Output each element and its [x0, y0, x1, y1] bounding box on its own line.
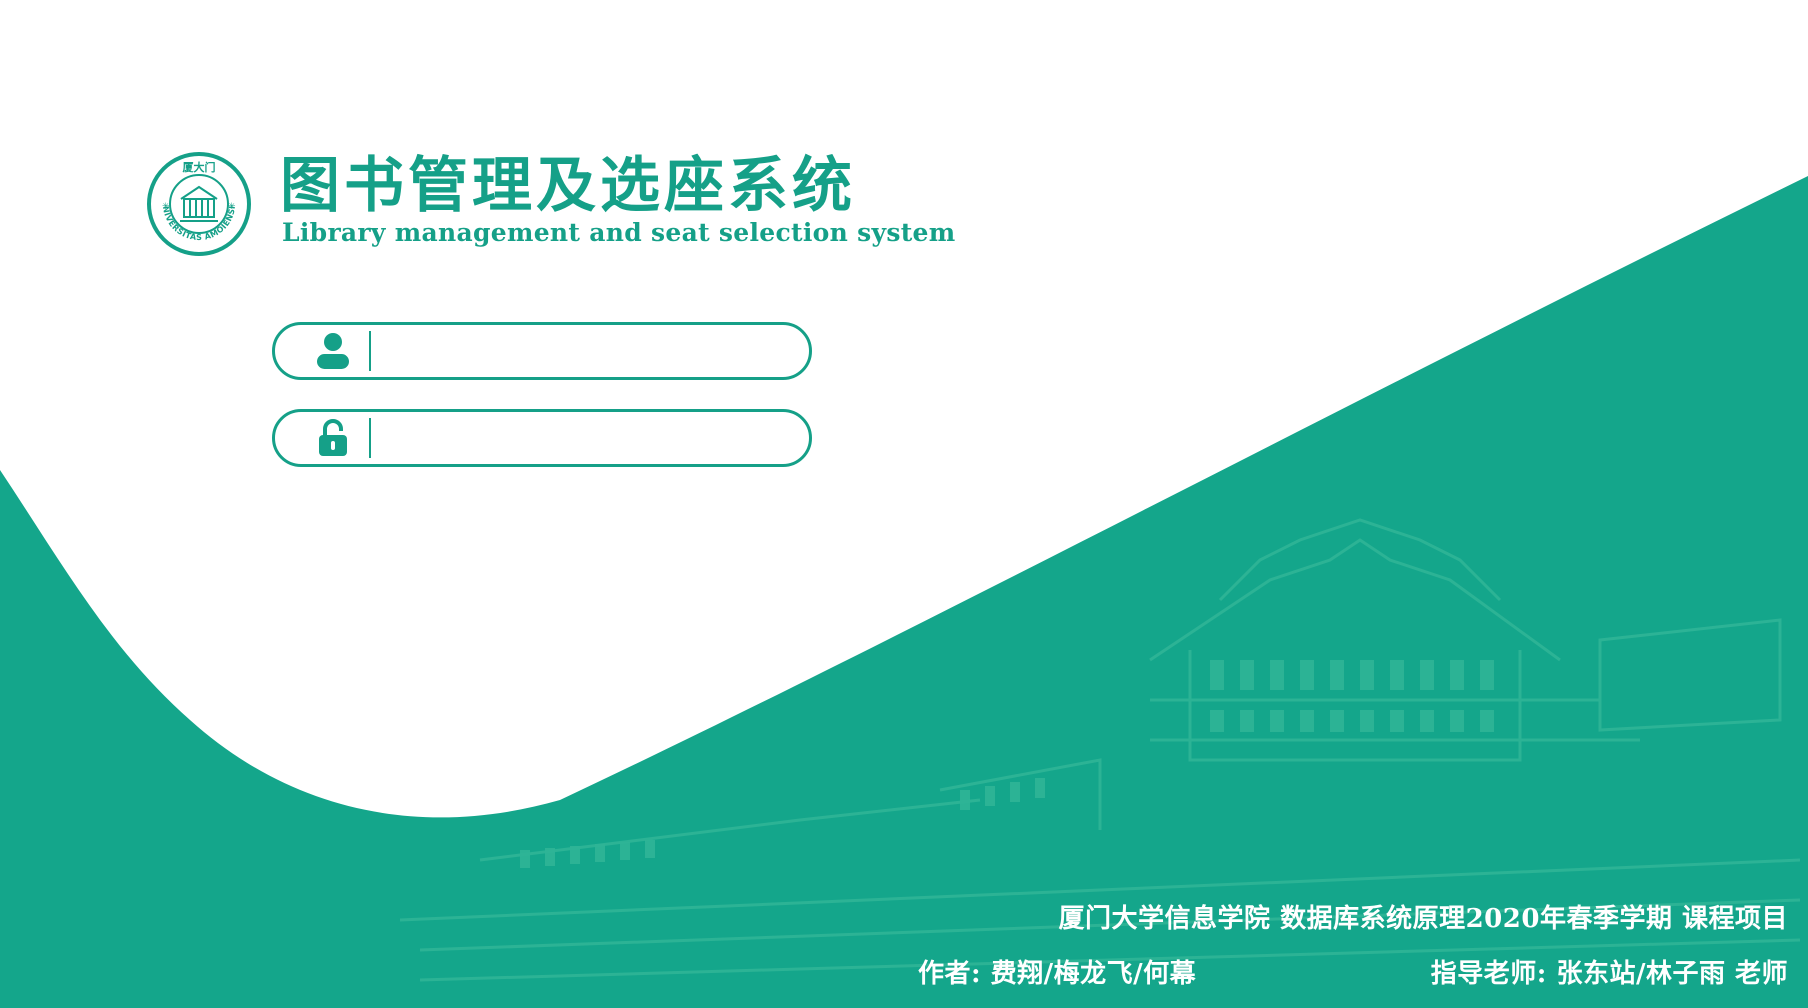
- university-seal-logo: 厦大门 UNIVERSITAS AMOIENSIS ✳ ✳: [146, 151, 251, 256]
- app-title-en: Library management and seat selection sy…: [282, 218, 956, 247]
- advisors-text: 指导老师: 张东站/林子雨 老师: [1430, 959, 1788, 989]
- authors-text: 作者: 费翔/梅龙飞/何幕: [918, 959, 1197, 989]
- course-info: 厦门大学信息学院 数据库系统原理2020年春季学期 课程项目: [1058, 904, 1788, 934]
- username-divider: [369, 331, 371, 371]
- app-title-cn: 图书管理及选座系统: [280, 151, 856, 221]
- lock-icon: [313, 418, 353, 458]
- password-field[interactable]: [272, 409, 812, 467]
- footer-credits: 厦门大学信息学院 数据库系统原理2020年春季学期 课程项目 作者: 费翔/梅龙…: [918, 898, 1788, 990]
- seal-top-text: 厦大门: [183, 160, 216, 174]
- svg-text:✳: ✳: [228, 202, 236, 212]
- user-icon: [313, 331, 353, 371]
- app-brand: 厦大门 UNIVERSITAS AMOIENSIS ✳ ✳ 图书管理及选座系统 …: [146, 133, 955, 256]
- username-input[interactable]: [383, 328, 785, 374]
- svg-text:✳: ✳: [162, 202, 170, 212]
- password-input[interactable]: [383, 415, 785, 461]
- credits-line: 作者: 费翔/梅龙飞/何幕 指导老师: 张东站/林子雨 老师: [918, 953, 1788, 990]
- green-panel: [0, 176, 1808, 1008]
- username-field[interactable]: [272, 322, 812, 380]
- password-divider: [369, 418, 371, 458]
